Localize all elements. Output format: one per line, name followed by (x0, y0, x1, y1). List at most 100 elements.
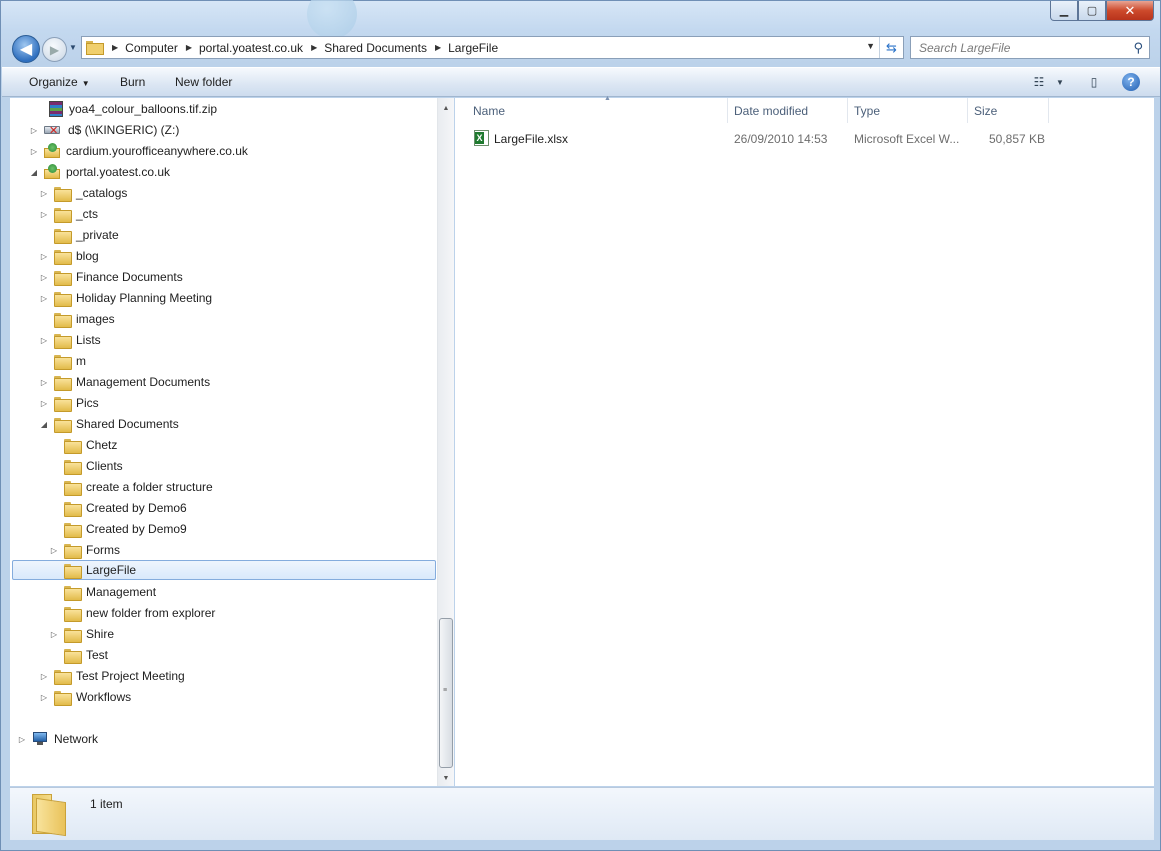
expander-icon[interactable]: ▷ (29, 126, 39, 135)
tree-item-shire[interactable]: ▷ Shire (49, 624, 114, 644)
tree-item-finance-documents[interactable]: ▷ Finance Documents (39, 267, 183, 287)
close-button[interactable]: ✕ (1106, 1, 1154, 21)
breadcrumb-separator-icon[interactable]: ▶ (112, 43, 118, 52)
item-count: 1 item (90, 797, 123, 811)
back-button[interactable]: ◀ (12, 35, 40, 63)
tree-item-chetz[interactable]: Chetz (49, 435, 117, 455)
column-header-name[interactable]: ▲ Name (466, 95, 728, 123)
preview-pane-icon[interactable]: ▯ (1085, 74, 1103, 90)
expander-icon[interactable]: ▷ (39, 378, 49, 387)
command-bar: Organize ▼ Burn New folder ☷ ▼ ▯ ? (2, 67, 1160, 97)
expander-icon[interactable]: ▷ (49, 630, 59, 639)
tree-item-created-by-demo6[interactable]: Created by Demo6 (49, 498, 187, 518)
navigation-scrollbar[interactable]: ▲ ≡ ▼ (437, 98, 454, 786)
recent-pages-dropdown[interactable]: ▼ (69, 43, 77, 52)
tree-item-shared-documents[interactable]: ◢ Shared Documents (39, 414, 179, 434)
minimize-button[interactable]: ▁ (1050, 1, 1078, 21)
tree-item-holiday-planning[interactable]: ▷ Holiday Planning Meeting (39, 288, 212, 308)
search-icon[interactable]: ⚲ (1133, 40, 1143, 56)
tree-item-zip[interactable]: yoa4_colour_balloons.tif.zip (34, 99, 217, 119)
tree-item-label: Network (54, 732, 99, 746)
tree-item-created-by-demo9[interactable]: Created by Demo9 (49, 519, 187, 539)
tree-item-images[interactable]: images (39, 309, 115, 329)
expander-icon[interactable]: ▷ (29, 147, 39, 156)
folder-icon (64, 480, 82, 496)
view-options-icon[interactable]: ☷ (1030, 74, 1048, 90)
tree-item-mapped-drive[interactable]: ▷ ✕ d$ (\\KINGERIC) (Z:) (29, 120, 179, 140)
column-header-type[interactable]: Type (847, 98, 968, 123)
tree-item-workflows[interactable]: ▷ Workflows (39, 687, 131, 707)
tree-item-clients[interactable]: Clients (49, 456, 123, 476)
refresh-icon[interactable]: ⇆ (879, 37, 903, 58)
expander-icon[interactable]: ▷ (39, 336, 49, 345)
breadcrumb-shared-documents[interactable]: Shared Documents (324, 41, 427, 55)
view-dropdown-icon[interactable]: ▼ (1051, 74, 1069, 90)
expander-icon[interactable]: ▷ (39, 252, 49, 261)
grip-icon: ≡ (443, 687, 448, 694)
tree-item-cts[interactable]: ▷ _cts (39, 204, 98, 224)
column-header-date[interactable]: Date modified (727, 98, 848, 123)
tree-item-catalogs[interactable]: ▷ _catalogs (39, 183, 127, 203)
tree-item-label: _private (76, 228, 119, 242)
expander-icon[interactable]: ▷ (39, 294, 49, 303)
burn-button[interactable]: Burn (120, 75, 145, 89)
breadcrumb-separator-icon[interactable]: ▶ (435, 43, 441, 52)
sort-ascending-icon: ▲ (604, 95, 611, 102)
breadcrumb-computer[interactable]: Computer (125, 41, 178, 55)
tree-item-test-project-meeting[interactable]: ▷ Test Project Meeting (39, 666, 185, 686)
tree-item-portal[interactable]: ◢ portal.yoatest.co.uk (29, 162, 170, 182)
folder-icon (54, 207, 72, 223)
scrollbar-thumb[interactable]: ≡ (439, 618, 453, 768)
folder-icon (54, 375, 72, 391)
expander-icon[interactable]: ▷ (17, 735, 27, 744)
breadcrumb-separator-icon[interactable]: ▶ (186, 43, 192, 52)
tree-item-management-documents[interactable]: ▷ Management Documents (39, 372, 210, 392)
tree-item-m[interactable]: m (39, 351, 86, 371)
tree-item-create-folder-structure[interactable]: create a folder structure (49, 477, 213, 497)
tree-item-label: Management Documents (76, 375, 211, 389)
expander-icon[interactable]: ▷ (39, 189, 49, 198)
tree-item-private[interactable]: _private (39, 225, 119, 245)
expander-icon[interactable]: ▷ (39, 672, 49, 681)
breadcrumb-separator-icon[interactable]: ▶ (311, 43, 317, 52)
folder-icon (64, 438, 82, 454)
navigation-pane: yoa4_colour_balloons.tif.zip ▷ ✕ d$ (\\K… (10, 98, 454, 786)
expander-icon[interactable]: ▷ (39, 399, 49, 408)
breadcrumb-largefile[interactable]: LargeFile (448, 41, 498, 55)
tree-item-label: Shared Documents (76, 417, 179, 431)
address-bar[interactable]: ▶ Computer ▶ portal.yoatest.co.uk ▶ Shar… (81, 36, 904, 59)
tree-item-blog[interactable]: ▷ blog (39, 246, 99, 266)
tree-item-label: Finance Documents (76, 270, 183, 284)
tree-item-largefile[interactable]: LargeFile (12, 560, 436, 580)
tree-item-test[interactable]: Test (49, 645, 108, 665)
folder-icon (54, 690, 72, 706)
organize-button[interactable]: Organize ▼ (29, 75, 90, 89)
expander-icon[interactable]: ▷ (39, 693, 49, 702)
address-dropdown-icon[interactable]: ▼ (866, 41, 875, 51)
expander-icon[interactable]: ▷ (39, 210, 49, 219)
expander-icon[interactable]: ▷ (49, 546, 59, 555)
column-header-size[interactable]: Size (967, 98, 1049, 123)
tree-item-label: new folder from explorer (86, 606, 216, 620)
search-input[interactable]: Search LargeFile (919, 41, 1010, 55)
tree-item-cardium[interactable]: ▷ cardium.yourofficeanywhere.co.uk (29, 141, 248, 161)
tree-item-pics[interactable]: ▷ Pics (39, 393, 99, 413)
tree-item-lists[interactable]: ▷ Lists (39, 330, 101, 350)
tree-item-new-folder-from-explorer[interactable]: new folder from explorer (49, 603, 215, 623)
expander-icon[interactable]: ◢ (39, 420, 49, 429)
file-row[interactable]: LargeFile.xlsx 26/09/2010 14:53 Microsof… (455, 128, 1154, 150)
forward-button[interactable]: ▶ (42, 37, 67, 62)
search-box[interactable]: Search LargeFile ⚲ (910, 36, 1150, 59)
column-header-label: Name (473, 103, 506, 118)
expander-icon[interactable]: ▷ (39, 273, 49, 282)
scroll-up-icon[interactable]: ▲ (438, 100, 454, 116)
expander-icon[interactable]: ◢ (29, 168, 39, 177)
help-icon[interactable]: ? (1122, 73, 1140, 91)
breadcrumb-portal[interactable]: portal.yoatest.co.uk (199, 41, 303, 55)
new-folder-button[interactable]: New folder (175, 75, 232, 89)
tree-item-forms[interactable]: ▷ Forms (49, 540, 120, 560)
maximize-button[interactable]: ▢ (1078, 1, 1106, 21)
tree-item-management[interactable]: Management (49, 582, 156, 602)
scroll-down-icon[interactable]: ▼ (438, 770, 454, 786)
tree-item-network[interactable]: ▷ Network (17, 729, 98, 749)
